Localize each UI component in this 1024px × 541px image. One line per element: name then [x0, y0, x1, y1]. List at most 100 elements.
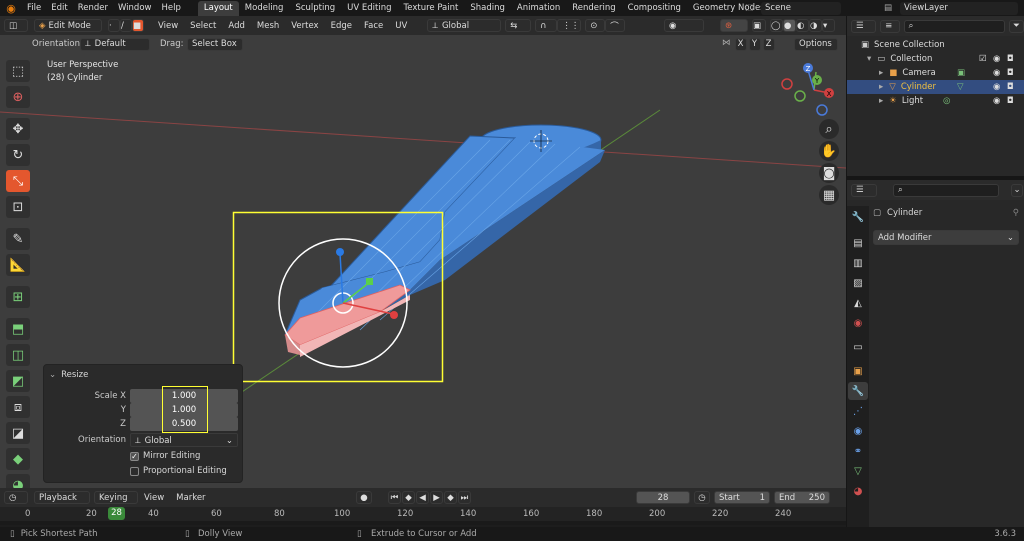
prev-key-icon[interactable]: ◆ [402, 491, 415, 504]
view-layer-name[interactable]: ViewLayer [900, 1, 1019, 15]
menu-select[interactable]: Select [184, 21, 222, 31]
knife-tool-icon[interactable]: ◪ [6, 422, 30, 444]
material-tab-icon[interactable]: ◕ [848, 482, 868, 500]
shading-options-icon[interactable]: ▾ [822, 19, 835, 32]
proportional-edit-toggle[interactable]: ⊙ [585, 19, 606, 32]
add-modifier-dropdown[interactable]: Add Modifier ⌄ [873, 230, 1019, 245]
material-shading-icon[interactable]: ◐ [796, 19, 809, 32]
outliner-editor-dropdown[interactable]: ☰ [851, 19, 877, 33]
menu-vertex[interactable]: Vertex [285, 21, 324, 31]
poly-build-tool-icon[interactable]: ◆ [6, 448, 30, 470]
gizmo-toggle[interactable]: ⊛ [720, 19, 748, 32]
tab-modeling[interactable]: Modeling [239, 1, 290, 16]
camera-render-icon[interactable]: ◘ [1007, 96, 1014, 106]
menu-mesh[interactable]: Mesh [251, 21, 285, 31]
rendered-shading-icon[interactable]: ◑ [809, 19, 822, 32]
timeline-ruler[interactable]: 0 20 28 40 60 80 100 120 140 160 180 200… [0, 507, 846, 521]
mode-dropdown[interactable]: ◈ Edit Mode [34, 19, 102, 32]
scene-tab-icon[interactable]: ◭ [848, 294, 868, 312]
resize-panel-header[interactable]: ⌄ Resize [44, 368, 244, 382]
pivot-dropdown[interactable]: ⇆ [505, 19, 532, 32]
timeline-menu-view[interactable]: View [138, 493, 170, 503]
camera-render-icon[interactable]: ◘ [1007, 68, 1014, 78]
loop-cut-tool-icon[interactable]: ⧈ [6, 396, 30, 418]
filter-funnel-icon[interactable]: ⏷ [1008, 19, 1024, 33]
properties-options-icon[interactable]: ⌄ [1011, 183, 1023, 197]
vertex-select-icon[interactable]: · [108, 19, 120, 32]
outliner-item-camera[interactable]: ▸ ■ Camera ▣ ◉ ◘ [847, 66, 1024, 80]
jump-end-icon[interactable]: ⏭ [458, 491, 471, 504]
orientation-panel-dropdown[interactable]: ⟂ Global ⌄ [130, 433, 238, 447]
start-frame-field[interactable]: Start 1 [714, 491, 770, 504]
menu-add[interactable]: Add [222, 21, 250, 31]
pan-hand-icon[interactable]: ✋ [819, 141, 839, 161]
blender-logo-icon[interactable]: ◉ [0, 2, 22, 15]
view-layer-tab-icon[interactable]: ▨ [848, 274, 868, 292]
solid-shading-icon[interactable]: ● [783, 19, 796, 32]
menu-edit[interactable]: Edit [46, 0, 72, 16]
modifier-tab-icon[interactable]: 🔧 [848, 382, 868, 400]
measure-tool-icon[interactable]: 📐 [6, 254, 30, 276]
collection-tab-icon[interactable]: ▭ [848, 338, 868, 356]
visibility-dropdown[interactable]: ◉ [664, 19, 704, 32]
render-tab-icon[interactable]: ▤ [848, 234, 868, 252]
timeline-scrollbar[interactable] [0, 521, 846, 525]
bevel-tool-icon[interactable]: ◩ [6, 370, 30, 392]
snap-toggle[interactable]: ∩ [535, 19, 558, 32]
wireframe-shading-icon[interactable]: ◯ [770, 19, 783, 32]
particles-tab-icon[interactable]: ⋰ [848, 402, 868, 420]
scene-selector[interactable]: ⬚ Scene [745, 1, 842, 15]
cursor-tool-icon[interactable]: ⊕ [6, 86, 30, 108]
scene-collection-row[interactable]: ▣ Scene Collection [847, 38, 1024, 52]
tab-rendering[interactable]: Rendering [566, 1, 621, 16]
rotate-tool-icon[interactable]: ↻ [6, 144, 30, 166]
timeline-editor-dropdown[interactable]: ◷ [4, 491, 28, 504]
edge-select-icon[interactable]: / [120, 19, 132, 32]
menu-file[interactable]: File [22, 0, 46, 16]
menu-window[interactable]: Window [113, 0, 157, 16]
play-reverse-icon[interactable]: ◀ [416, 491, 429, 504]
current-frame-field[interactable]: 28 [636, 491, 690, 504]
playback-dropdown[interactable]: Playback [34, 491, 90, 504]
scale-tool-icon[interactable]: ⤡ [6, 170, 30, 192]
eye-icon[interactable]: ◉ [993, 68, 1000, 78]
tab-compositing[interactable]: Compositing [622, 1, 687, 16]
grid-toggle-icon[interactable]: ▦ [819, 185, 839, 205]
record-button[interactable]: ● [356, 491, 372, 504]
output-tab-icon[interactable]: ▥ [848, 254, 868, 272]
proportional-editing-checkbox[interactable]: Proportional Editing [130, 464, 240, 478]
mirror-z-toggle[interactable]: Z [762, 37, 775, 51]
playhead[interactable]: 28 [108, 507, 125, 520]
physics-tab-icon[interactable]: ◉ [848, 422, 868, 440]
transform-orientation-dropdown[interactable]: ⟂ Global [427, 19, 502, 32]
mirror-y-toggle[interactable]: Y [748, 37, 761, 51]
object-name-label[interactable]: Cylinder [887, 208, 922, 218]
outliner-item-light[interactable]: ▸ ☀ Light ◎ ◉ ◘ [847, 94, 1024, 108]
next-key-icon[interactable]: ◆ [444, 491, 457, 504]
tab-animation[interactable]: Animation [511, 1, 566, 16]
tab-shading[interactable]: Shading [464, 1, 511, 16]
world-tab-icon[interactable]: ◉ [848, 314, 868, 332]
keying-dropdown[interactable]: Keying [94, 491, 138, 504]
camera-render-icon[interactable]: ◘ [1007, 82, 1014, 92]
drag-dropdown[interactable]: Select Box [187, 37, 243, 51]
mirror-x-toggle[interactable]: X [734, 37, 747, 51]
camera-view-icon[interactable]: ◙ [819, 163, 839, 183]
editor-type-dropdown[interactable]: ◫ [4, 19, 28, 32]
orientation-dropdown[interactable]: ⟂ Default [80, 37, 150, 51]
scene-name[interactable]: Scene [761, 1, 842, 15]
eye-icon[interactable]: ◉ [993, 54, 1000, 64]
menu-help[interactable]: Help [156, 0, 185, 16]
tab-texture-paint[interactable]: Texture Paint [398, 1, 465, 16]
tab-sculpting[interactable]: Sculpting [289, 1, 341, 16]
inset-tool-icon[interactable]: ◫ [6, 344, 30, 366]
display-mode-dropdown[interactable]: ≡ [880, 19, 900, 33]
view-layer-selector[interactable]: ▤ ViewLayer [884, 1, 1019, 15]
falloff-dropdown[interactable]: ⌒ [605, 19, 626, 32]
menu-face[interactable]: Face [358, 21, 389, 31]
xray-toggle[interactable]: ▣ [752, 19, 766, 32]
pin-icon[interactable]: ⚲ [1013, 208, 1019, 218]
extrude-tool-icon[interactable]: ⬒ [6, 318, 30, 340]
tool-tab-icon[interactable]: 🔧 [848, 208, 868, 226]
auto-keying-icon[interactable]: ◷ [694, 491, 710, 504]
